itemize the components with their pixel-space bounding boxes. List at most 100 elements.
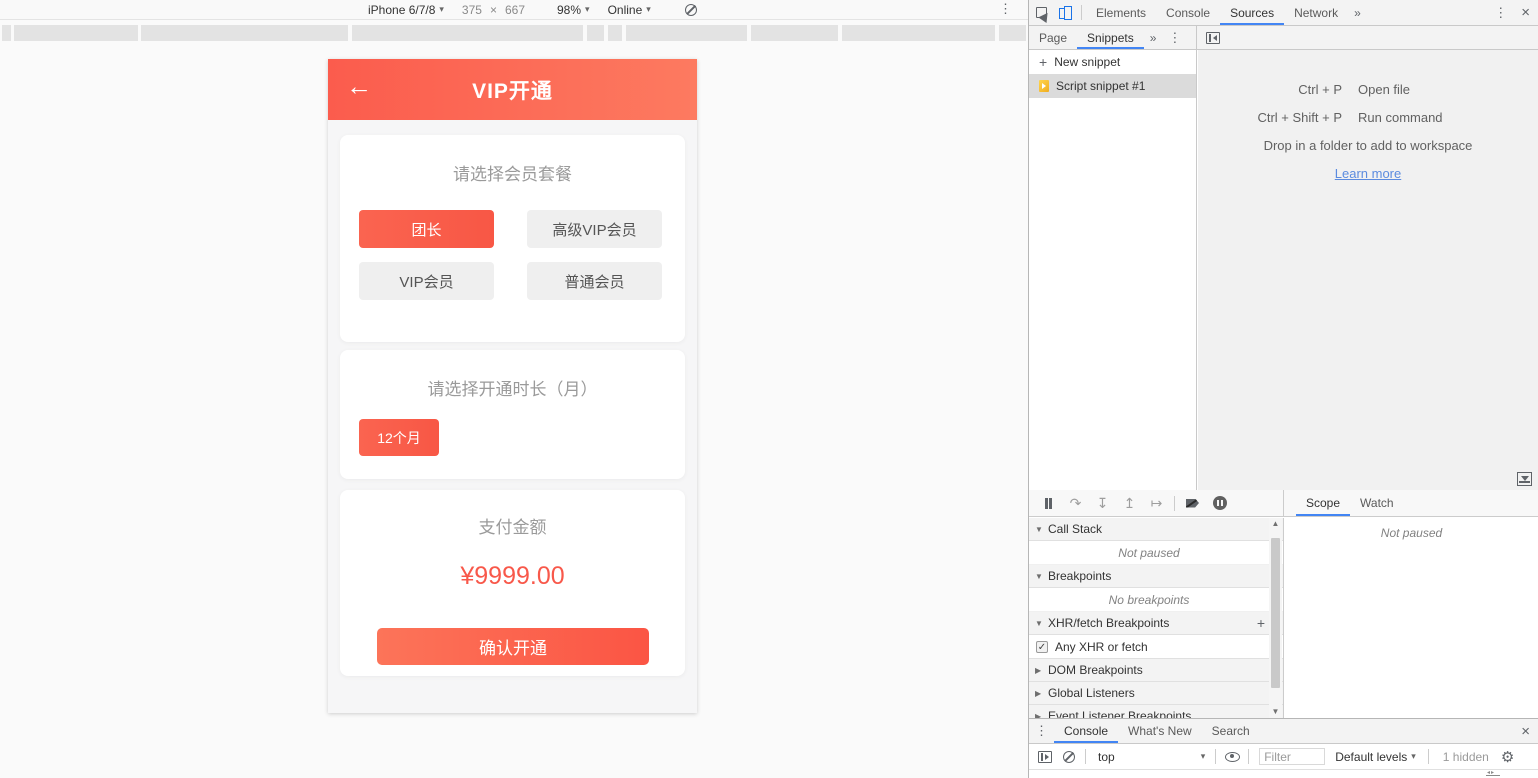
- console-messages-area: [1029, 771, 1538, 778]
- snippet-item[interactable]: Script snippet #1: [1029, 74, 1196, 98]
- section-dom-breakpoints[interactable]: ▶ DOM Breakpoints: [1029, 659, 1283, 682]
- snippet-name: Script snippet #1: [1056, 79, 1145, 93]
- more-navigator-tabs-icon[interactable]: »: [1144, 31, 1163, 45]
- tab-search[interactable]: Search: [1202, 719, 1260, 743]
- tab-elements[interactable]: Elements: [1086, 0, 1156, 25]
- media-query-bar: [0, 25, 1028, 41]
- devtools-menu-icon[interactable]: ⋮: [1488, 5, 1513, 21]
- media-query-segment[interactable]: [14, 25, 138, 41]
- media-query-segment[interactable]: [842, 25, 995, 41]
- log-levels-select[interactable]: Default levels: [1335, 750, 1407, 764]
- chevron-down-icon: ▾: [646, 4, 651, 15]
- scroll-down-icon[interactable]: ▼: [1269, 706, 1282, 718]
- tab-snippets[interactable]: Snippets: [1077, 26, 1144, 49]
- eye-icon[interactable]: [1220, 744, 1244, 769]
- confirm-button[interactable]: 确认开通: [377, 628, 649, 665]
- viewport-width-field[interactable]: 375: [462, 3, 482, 17]
- throttling-icon[interactable]: [685, 4, 697, 16]
- zoom-select-label: 98%: [557, 3, 581, 17]
- section-label: XHR/fetch Breakpoints: [1048, 616, 1169, 630]
- step-out-icon[interactable]: ↥: [1116, 495, 1143, 512]
- back-arrow-icon[interactable]: ←: [346, 73, 372, 99]
- package-card: 请选择会员套餐 团长 高级VIP会员 VIP会员 普通会员: [340, 135, 685, 342]
- tab-watch[interactable]: Watch: [1350, 490, 1404, 516]
- media-query-segment[interactable]: [999, 25, 1026, 41]
- app-header: ← VIP开通: [328, 59, 697, 120]
- media-query-segment[interactable]: [587, 25, 604, 41]
- step-over-icon[interactable]: ↷: [1062, 495, 1089, 512]
- breakpoints-message: No breakpoints: [1029, 588, 1283, 612]
- duration-option-12-months[interactable]: 12个月: [359, 419, 439, 456]
- devtools-panel: Elements Console Sources Network » ⋮ × P…: [1028, 0, 1538, 778]
- package-option-senior-vip[interactable]: 高级VIP会员: [527, 210, 662, 248]
- toggle-navigator-icon[interactable]: [1201, 26, 1225, 49]
- multiply-icon: ×: [490, 3, 497, 17]
- expand-drawer-icon[interactable]: [1517, 472, 1532, 486]
- network-condition-select[interactable]: Online ▾: [608, 3, 651, 17]
- section-xhr-breakpoints[interactable]: ▼ XHR/fetch Breakpoints +: [1029, 612, 1283, 635]
- package-option-normal[interactable]: 普通会员: [527, 262, 662, 300]
- tab-scope[interactable]: Scope: [1296, 490, 1350, 516]
- tab-sources[interactable]: Sources: [1220, 0, 1284, 25]
- scroll-up-icon[interactable]: ▲: [1269, 518, 1282, 530]
- pause-on-exceptions-icon[interactable]: [1206, 496, 1233, 510]
- zoom-select[interactable]: 98% ▾: [557, 3, 590, 17]
- tab-drawer-console[interactable]: Console: [1054, 719, 1118, 743]
- inspect-element-icon[interactable]: [1029, 0, 1053, 25]
- clear-console-icon[interactable]: [1057, 744, 1081, 769]
- media-query-segment[interactable]: [141, 25, 348, 41]
- section-call-stack[interactable]: ▼ Call Stack: [1029, 518, 1283, 541]
- devtools-main-tabbar: Elements Console Sources Network » ⋮ ×: [1029, 0, 1538, 26]
- tab-console[interactable]: Console: [1156, 0, 1220, 25]
- more-tabs-icon[interactable]: »: [1348, 6, 1367, 20]
- new-snippet-button[interactable]: + New snippet: [1029, 50, 1196, 74]
- editor-toolbar: [1197, 26, 1538, 50]
- close-drawer-icon[interactable]: ×: [1513, 723, 1538, 740]
- section-label: Event Listener Breakpoints: [1048, 709, 1191, 718]
- context-selector[interactable]: top: [1098, 750, 1115, 764]
- tab-whats-new[interactable]: What's New: [1118, 719, 1202, 743]
- any-xhr-checkbox[interactable]: ✓: [1036, 641, 1048, 653]
- hidden-messages-count[interactable]: 1 hidden: [1443, 750, 1489, 764]
- drawer-menu-icon[interactable]: ⋮: [1029, 723, 1054, 739]
- new-snippet-label: New snippet: [1054, 55, 1120, 69]
- package-option-tuanzhang[interactable]: 团长: [359, 210, 494, 248]
- shortcut-keys: Ctrl + Shift + P: [1208, 104, 1358, 132]
- filter-input[interactable]: [1259, 748, 1325, 765]
- triangle-expanded-icon: ▼: [1035, 572, 1043, 581]
- payment-card: 支付金额 ¥9999.00 确认开通: [340, 490, 685, 676]
- add-xhr-breakpoint-icon[interactable]: +: [1257, 615, 1265, 631]
- media-query-segment[interactable]: [352, 25, 583, 41]
- mini-scrollbar-icon[interactable]: [1486, 772, 1500, 778]
- section-breakpoints[interactable]: ▼ Breakpoints: [1029, 565, 1283, 588]
- media-query-segment[interactable]: [608, 25, 622, 41]
- tab-network[interactable]: Network: [1284, 0, 1348, 25]
- section-event-listener-breakpoints[interactable]: ▶ Event Listener Breakpoints: [1029, 705, 1283, 718]
- shortcut-keys: Ctrl + P: [1208, 76, 1358, 104]
- scrollbar-thumb[interactable]: [1271, 538, 1280, 688]
- device-options-icon[interactable]: ⋮: [999, 1, 1012, 17]
- device-select[interactable]: iPhone 6/7/8 ▾: [368, 3, 444, 17]
- scrollbar[interactable]: ▲ ▼: [1269, 518, 1282, 718]
- chevron-down-icon: ▾: [1411, 751, 1416, 762]
- close-devtools-icon[interactable]: ×: [1513, 4, 1538, 21]
- package-option-vip[interactable]: VIP会员: [359, 262, 494, 300]
- media-query-segment[interactable]: [751, 25, 838, 41]
- deactivate-breakpoints-icon[interactable]: [1179, 499, 1206, 508]
- navigator-menu-icon[interactable]: ⋮: [1162, 30, 1187, 46]
- viewport-height-field[interactable]: 667: [505, 3, 525, 17]
- learn-more-link[interactable]: Learn more: [1335, 160, 1401, 188]
- tab-page[interactable]: Page: [1029, 26, 1077, 49]
- pause-script-icon[interactable]: [1035, 498, 1062, 509]
- console-settings-icon[interactable]: ⚙: [1501, 748, 1514, 766]
- section-global-listeners[interactable]: ▶ Global Listeners: [1029, 682, 1283, 705]
- media-query-segment[interactable]: [626, 25, 747, 41]
- xhr-breakpoint-row: ✓ Any XHR or fetch: [1029, 635, 1283, 659]
- device-toolbar-toggle-icon[interactable]: [1053, 0, 1077, 25]
- console-sidebar-icon[interactable]: [1033, 744, 1057, 769]
- step-icon[interactable]: ↦: [1143, 495, 1170, 512]
- duration-card: 请选择开通时长（月） 12个月: [340, 350, 685, 479]
- package-section-title: 请选择会员套餐: [340, 135, 685, 185]
- step-into-icon[interactable]: ↧: [1089, 495, 1116, 512]
- media-query-segment[interactable]: [2, 25, 11, 41]
